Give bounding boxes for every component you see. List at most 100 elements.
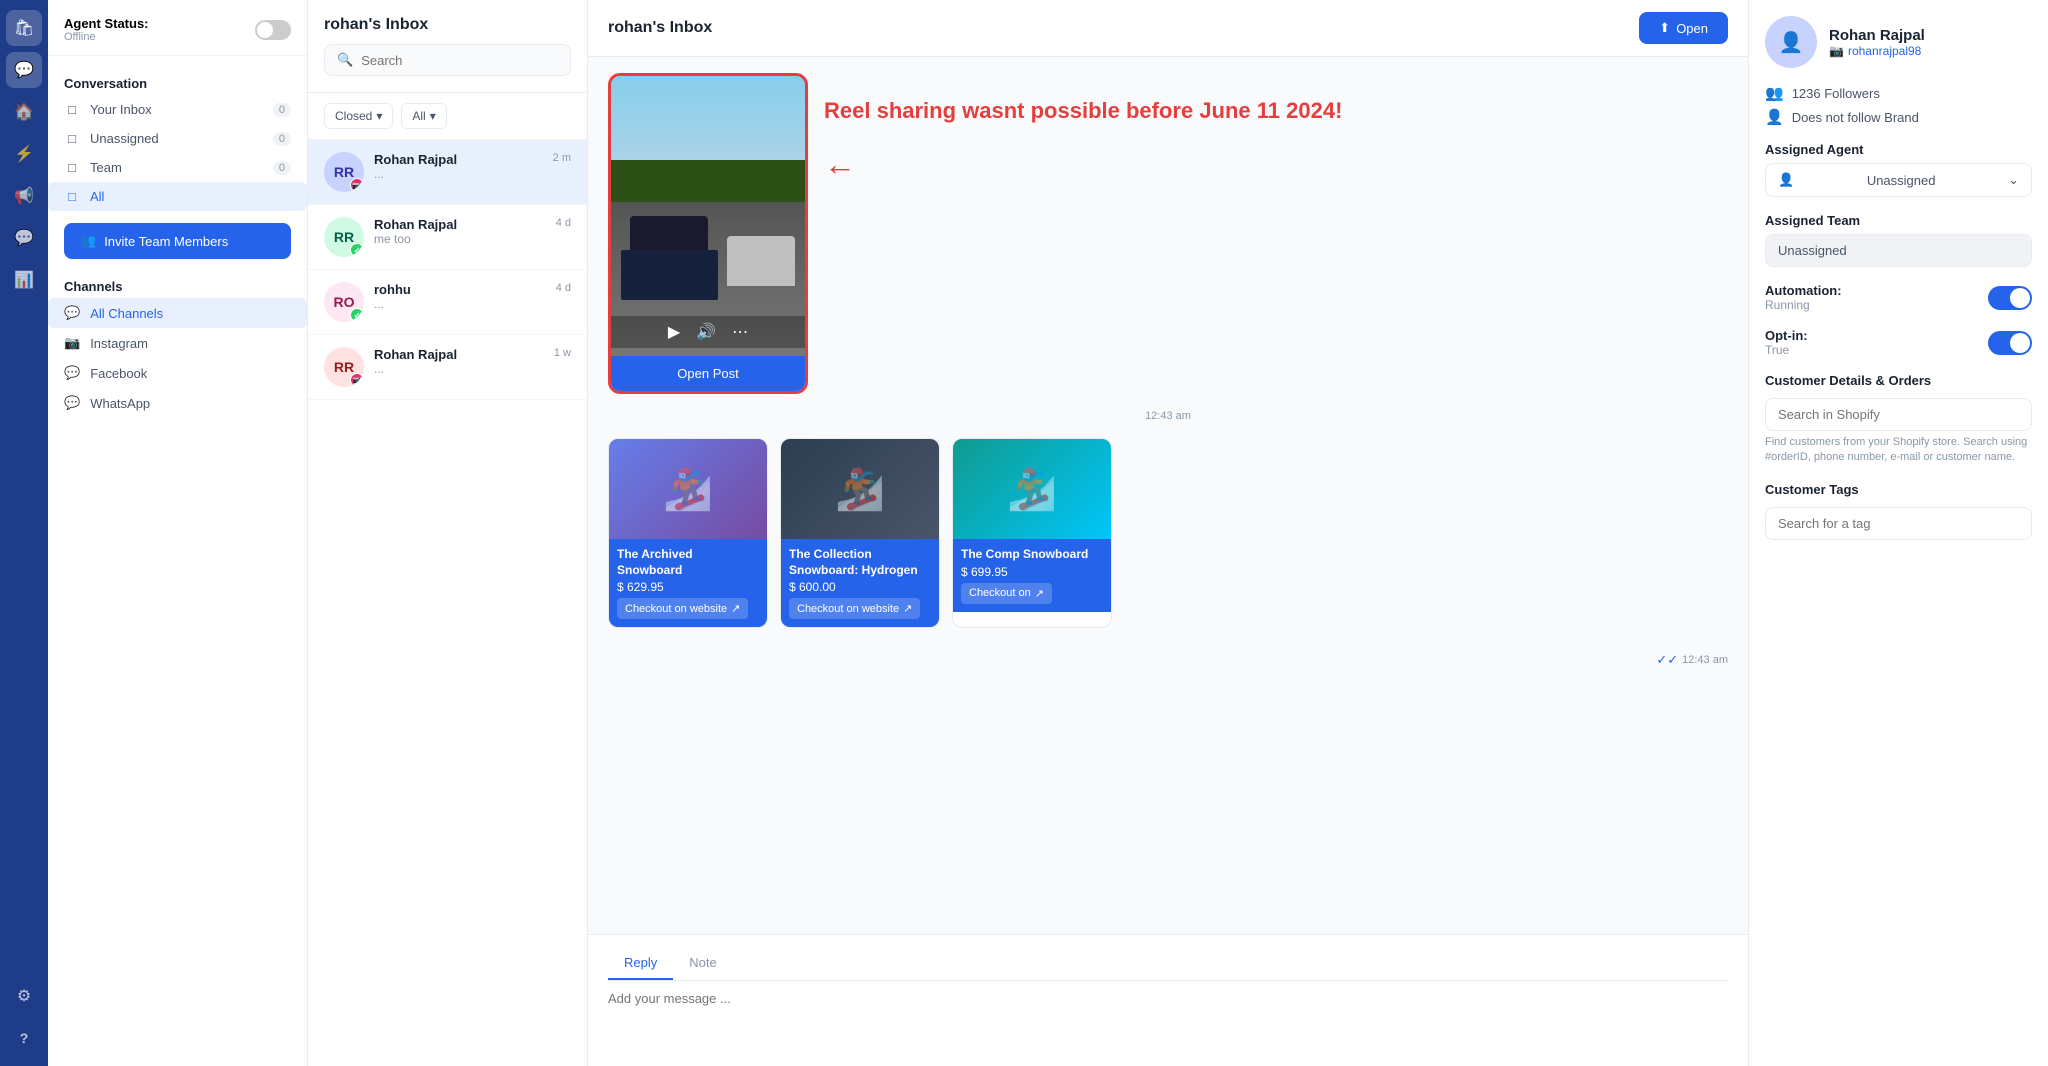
product-price: $ 699.95 xyxy=(961,565,1103,579)
checkout-button[interactable]: Checkout on website ↗ xyxy=(789,598,920,619)
assigned-team-value: Unassigned xyxy=(1778,243,1847,258)
agent-person-icon: 👤 xyxy=(1778,172,1794,188)
conv-item[interactable]: RO ✓ rohhu ... 4 d xyxy=(308,270,587,335)
contact-header: 👤 Rohan Rajpal 📷 rohanrajpal98 xyxy=(1765,16,2032,68)
conv-list-header: rohan's Inbox 🔍 xyxy=(308,0,587,93)
icon-nav: 🛍 💬 🏠 ⚡ 📢 💬 📊 ⚙ ? xyxy=(0,0,48,1066)
open-button[interactable]: ⬆ Open xyxy=(1639,12,1728,44)
checkout-label: Checkout on website xyxy=(625,603,727,615)
conversations-nav-icon[interactable]: 💬 xyxy=(6,52,42,88)
invite-team-members-button[interactable]: 👥 Invite Team Members xyxy=(64,223,291,259)
play-icon[interactable]: ▶ xyxy=(668,322,680,342)
logo-icon[interactable]: 🛍 xyxy=(6,10,42,46)
agent-status-toggle[interactable] xyxy=(255,20,291,40)
optin-label: Opt-in: xyxy=(1765,328,1808,343)
search-icon: 🔍 xyxy=(337,52,353,68)
reel-card: ▶ 🔊 ⋯ Open Post xyxy=(608,73,808,394)
timestamp-area: ✓✓ 12:43 am xyxy=(608,648,1728,672)
conv-name: Rohan Rajpal xyxy=(374,152,543,167)
shopify-search-input[interactable] xyxy=(1765,398,2032,431)
nav-item-unassigned[interactable]: □ Unassigned 0 xyxy=(48,124,307,153)
conv-item[interactable]: RR 📷 Rohan Rajpal ... 2 m xyxy=(308,140,587,205)
product-card: 🏂 The Comp Snowboard $ 699.95 Checkout o… xyxy=(952,438,1112,628)
assigned-filter[interactable]: All ▾ xyxy=(401,103,446,129)
more-options-icon[interactable]: ⋯ xyxy=(732,322,748,342)
invite-label: Invite Team Members xyxy=(104,234,228,249)
reports-nav-icon[interactable]: 📊 xyxy=(6,262,42,298)
contact-stats: 👥 1236 Followers 👤 Does not follow Brand xyxy=(1765,84,2032,126)
product-icon: 🏂 xyxy=(835,466,885,513)
conv-time: 2 m xyxy=(553,152,571,164)
nav-item-your-inbox[interactable]: □ Your Inbox 0 xyxy=(48,95,307,124)
automation-toggle[interactable] xyxy=(1988,286,2032,310)
nav-label-unassigned: Unassigned xyxy=(90,131,159,146)
channel-facebook[interactable]: 💬 Facebook xyxy=(48,358,307,388)
search-box[interactable]: 🔍 xyxy=(324,44,571,76)
product-cards: 🏂 The Archived Snowboard $ 629.95 Checko… xyxy=(608,438,1728,636)
conv-item[interactable]: RR 📷 Rohan Rajpal ... 1 w xyxy=(308,335,587,400)
conv-time: 1 w xyxy=(554,347,571,359)
checkout-button[interactable]: Checkout on website ↗ xyxy=(617,598,748,619)
sidebar: Agent Status: Offline Conversation □ You… xyxy=(48,0,308,1066)
nav-item-all[interactable]: □ All xyxy=(48,182,307,211)
conv-info: Rohan Rajpal ... xyxy=(374,152,543,181)
status-filter[interactable]: Closed ▾ xyxy=(324,103,393,129)
megaphone-nav-icon[interactable]: 📢 xyxy=(6,178,42,214)
optin-info: Opt-in: True xyxy=(1765,328,1808,357)
checkout-button[interactable]: Checkout on ↗ xyxy=(961,583,1052,604)
assigned-agent-select[interactable]: 👤 Unassigned ⌄ xyxy=(1765,163,2032,197)
nav-label-all: All xyxy=(90,189,104,204)
optin-toggle[interactable] xyxy=(1988,331,2032,355)
reply-tab[interactable]: Reply xyxy=(608,947,673,980)
message-input[interactable] xyxy=(608,991,1728,1051)
help-nav-icon[interactable]: ? xyxy=(6,1020,42,1056)
nav-item-team[interactable]: □ Team 0 xyxy=(48,153,307,182)
assigned-agent-label: Assigned Agent xyxy=(1765,142,2032,157)
assigned-team-select[interactable]: Unassigned xyxy=(1765,234,2032,267)
conversation-section-title: Conversation xyxy=(48,68,307,95)
product-image: 🏂 xyxy=(781,439,939,539)
channel-instagram[interactable]: 📷 Instagram xyxy=(48,328,307,358)
automation-info: Automation: Running xyxy=(1765,283,1842,312)
chat-header: rohan's Inbox ⬆ Open xyxy=(588,0,1748,57)
external-link-icon: ↗ xyxy=(1035,587,1044,600)
conversation-items: RR 📷 Rohan Rajpal ... 2 m RR ✓ Rohan Raj… xyxy=(308,140,587,1066)
avatar: RR ✓ xyxy=(324,217,364,257)
annotation-text: Reel sharing wasnt possible before June … xyxy=(824,89,1342,134)
chat-title: rohan's Inbox xyxy=(608,19,712,37)
instagram-platform-badge: 📷 xyxy=(350,373,364,387)
channel-all[interactable]: 💬 All Channels xyxy=(48,298,307,328)
home-nav-icon[interactable]: 🏠 xyxy=(6,94,42,130)
shopify-hint: Find customers from your Shopify store. … xyxy=(1765,435,2032,466)
reel-timestamp: 12:43 am xyxy=(608,406,1728,426)
inbox-badge: 0 xyxy=(273,103,291,117)
conv-item[interactable]: RR ✓ Rohan Rajpal me too 4 d xyxy=(308,205,587,270)
note-tab[interactable]: Note xyxy=(673,947,732,980)
channel-label-whatsapp: WhatsApp xyxy=(90,396,150,411)
volume-icon[interactable]: 🔊 xyxy=(696,322,716,342)
instagram-small-icon: 📷 xyxy=(1829,44,1844,58)
channel-whatsapp[interactable]: 💬 WhatsApp xyxy=(48,388,307,418)
whatsapp-platform-badge: ✓ xyxy=(350,243,364,257)
product-icon: 🏂 xyxy=(1007,466,1057,513)
tag-search-input[interactable] xyxy=(1765,507,2032,540)
follows-back-icon: 👤 xyxy=(1765,108,1784,126)
open-post-button[interactable]: Open Post xyxy=(611,356,805,391)
contact-handle: 📷 rohanrajpal98 xyxy=(1829,44,1925,58)
assigned-team-label: Assigned Team xyxy=(1765,213,2032,228)
search-input[interactable] xyxy=(361,53,558,68)
optin-row: Opt-in: True xyxy=(1765,328,2032,357)
chat-messages: ▶ 🔊 ⋯ Open Post Reel sharing wasnt possi… xyxy=(588,57,1748,934)
channel-label-all: All Channels xyxy=(90,306,163,321)
conv-info: Rohan Rajpal ... xyxy=(374,347,544,376)
assigned-agent-value: Unassigned xyxy=(1867,173,1936,188)
conv-name: Rohan Rajpal xyxy=(374,347,544,362)
lightning-nav-icon[interactable]: ⚡ xyxy=(6,136,42,172)
chevron-icon: ⌄ xyxy=(2008,172,2019,188)
automation-row: Automation: Running xyxy=(1765,283,2032,312)
avatar: RR 📷 xyxy=(324,347,364,387)
contacts-nav-icon[interactable]: 💬 xyxy=(6,220,42,256)
settings-nav-icon[interactable]: ⚙ xyxy=(6,978,42,1014)
chevron-down-icon: ▾ xyxy=(376,109,382,123)
product-info: The Comp Snowboard $ 699.95 Checkout on … xyxy=(953,539,1111,612)
